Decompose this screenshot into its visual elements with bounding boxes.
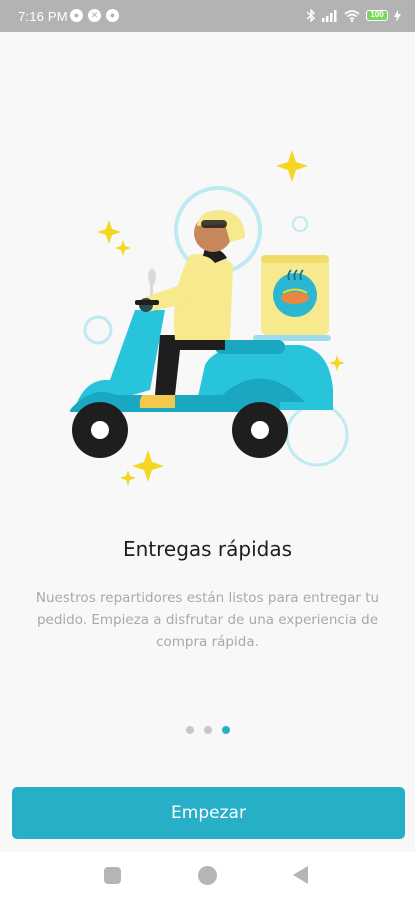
sparkle-icon bbox=[115, 240, 131, 256]
battery-level: 100 bbox=[370, 10, 384, 19]
charging-icon bbox=[394, 9, 401, 22]
battery-icon: 100 bbox=[366, 10, 388, 21]
home-circle-icon[interactable] bbox=[198, 866, 217, 885]
app-notification-icon: ● bbox=[106, 9, 119, 22]
recents-square-icon[interactable] bbox=[104, 867, 121, 884]
missed-call-icon: ✕ bbox=[88, 9, 101, 22]
status-system-icons: 100 bbox=[306, 9, 401, 22]
sparkle-icon bbox=[329, 355, 345, 371]
scooter-seat bbox=[215, 340, 285, 354]
page-dot-2[interactable] bbox=[203, 726, 212, 734]
notification-icon: ● bbox=[70, 9, 83, 22]
page-dot-1[interactable] bbox=[185, 726, 194, 734]
status-notification-icons: ● ✕ ● bbox=[70, 9, 119, 22]
onboarding-screen: 7:16 PM ● ✕ ● 100 Entregas rápidas Nuest… bbox=[0, 0, 415, 900]
scooter-front bbox=[75, 310, 165, 408]
delivery-scooter-illustration bbox=[70, 150, 349, 486]
sparkle-icon bbox=[97, 220, 121, 244]
bluetooth-icon bbox=[306, 9, 316, 22]
onboarding-title: Entregas rápidas bbox=[122, 537, 293, 561]
page-dot-3[interactable] bbox=[221, 726, 230, 734]
status-time: 7:16 PM bbox=[18, 9, 68, 24]
page-indicator bbox=[0, 726, 415, 734]
signal-icon bbox=[322, 9, 337, 22]
wifi-icon bbox=[344, 9, 360, 22]
sparkle-icon bbox=[120, 470, 136, 486]
decor-ring-icon bbox=[83, 315, 113, 345]
decor-ring-icon bbox=[285, 403, 349, 467]
system-nav-bar bbox=[0, 852, 415, 900]
sparkle-icon bbox=[276, 150, 308, 182]
status-bar: 7:16 PM ● ✕ ● 100 bbox=[0, 0, 415, 32]
decor-dot-icon bbox=[292, 216, 308, 232]
sparkle-icon bbox=[132, 450, 164, 482]
back-triangle-icon[interactable] bbox=[293, 866, 308, 884]
start-button[interactable]: Empezar bbox=[12, 787, 405, 839]
onboarding-description: Nuestros repartidores están listos para … bbox=[35, 590, 380, 650]
